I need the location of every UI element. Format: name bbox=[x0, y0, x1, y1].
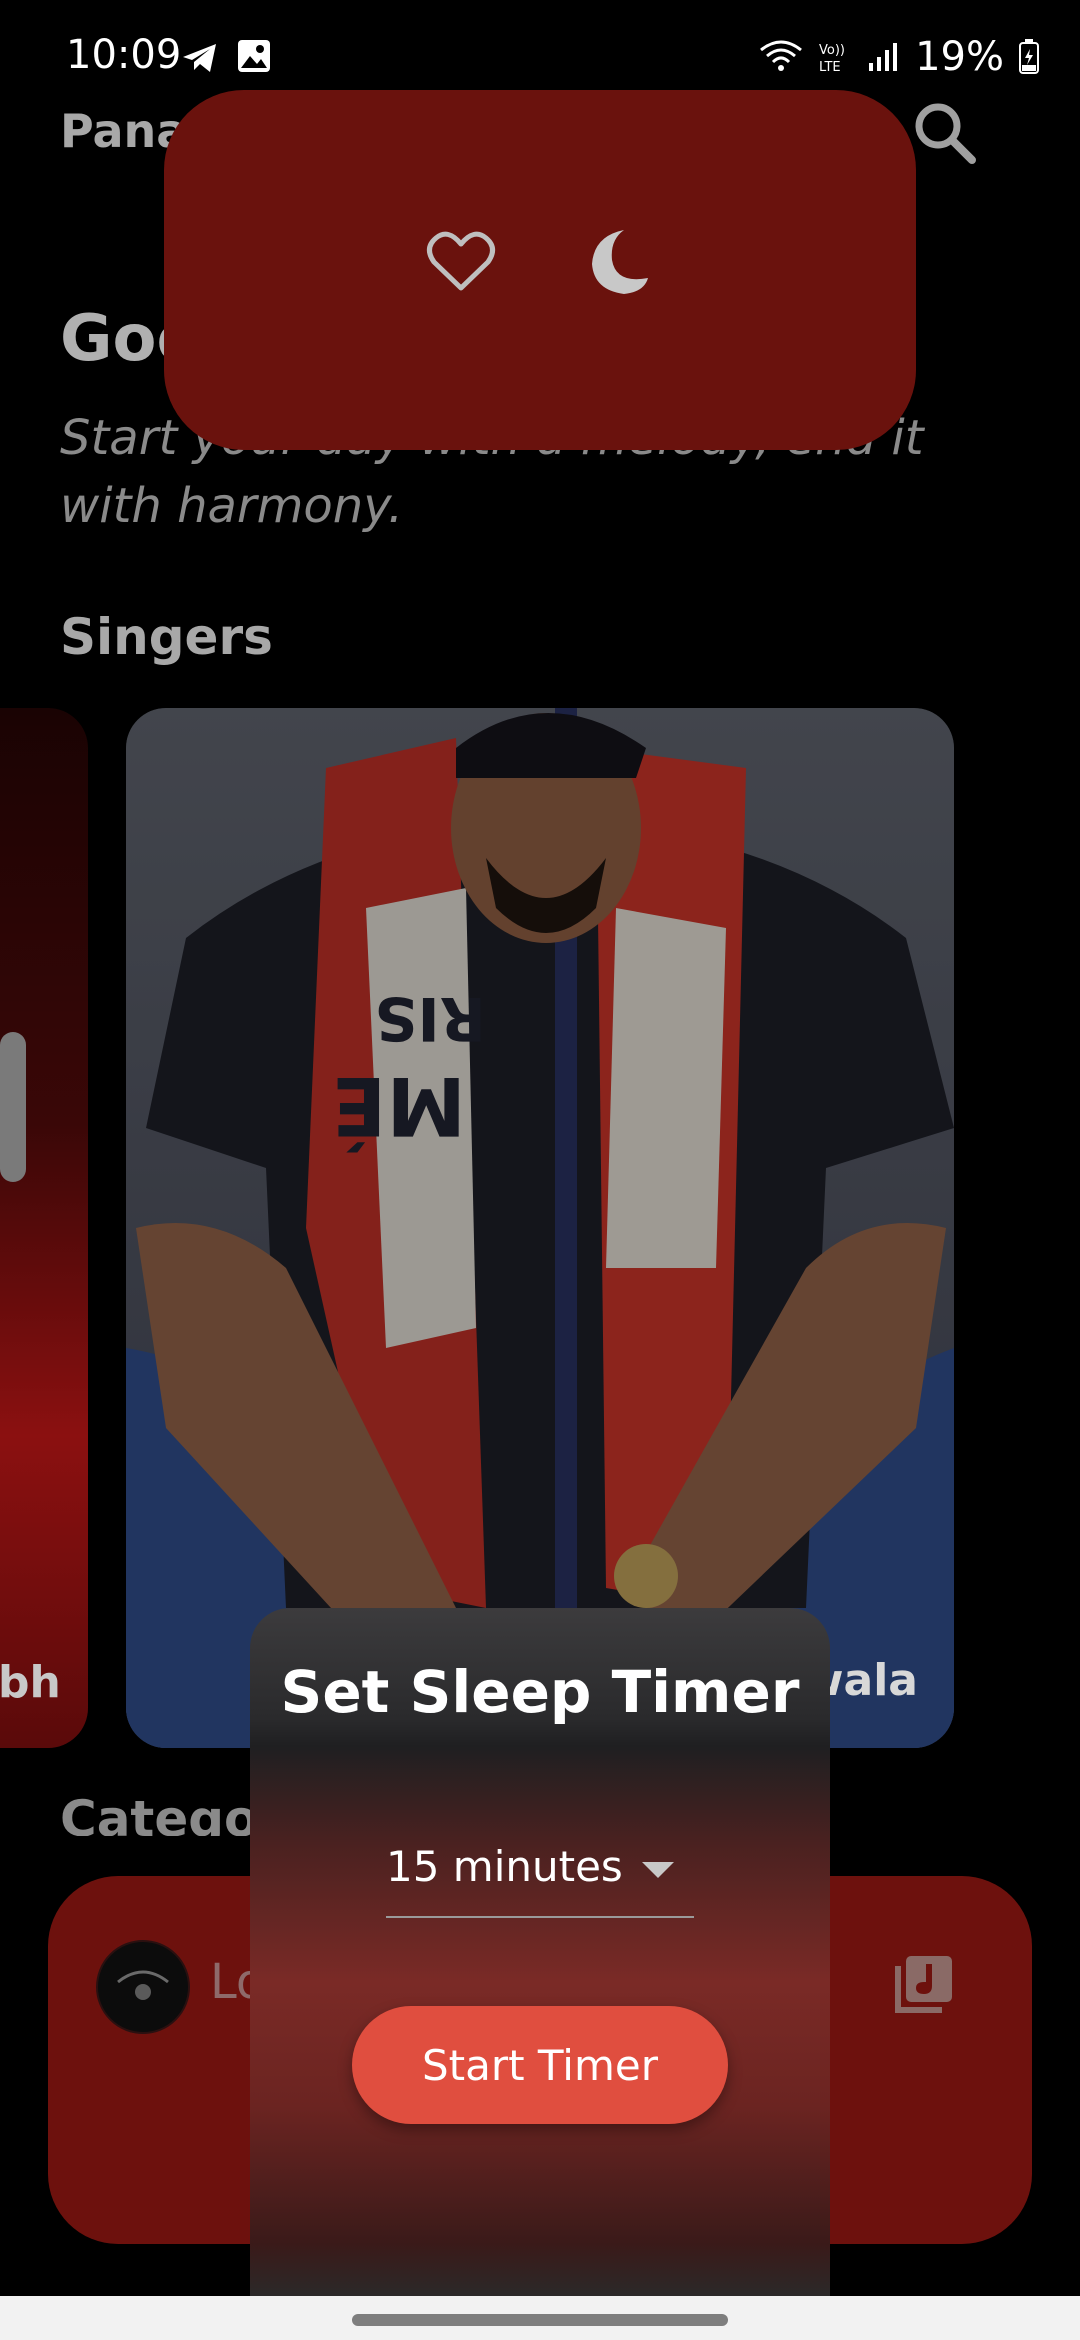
start-timer-button[interactable]: Start Timer bbox=[352, 2006, 728, 2124]
volte-icon: Vo)) LTE bbox=[819, 43, 845, 75]
scroll-handle[interactable] bbox=[0, 1032, 26, 1182]
music-queue-icon[interactable] bbox=[892, 1952, 956, 2016]
chevron-down-icon bbox=[642, 1862, 674, 1878]
singer-photo: RIS MÉ bbox=[126, 708, 954, 1748]
section-heading-singers: Singers bbox=[60, 608, 273, 666]
wifi-icon bbox=[760, 40, 803, 71]
album-art-icon bbox=[117, 1970, 169, 2000]
singer-name-left: bh bbox=[0, 1657, 61, 1708]
singer-card-left[interactable]: bh bbox=[0, 708, 88, 1748]
status-right-icons: Vo)) LTE 19% bbox=[759, 34, 1040, 80]
sleep-timer-dialog: Set Sleep Timer 15 minutes Start Timer bbox=[250, 1608, 830, 2300]
battery-icon bbox=[1019, 39, 1039, 74]
search-icon[interactable] bbox=[910, 98, 980, 168]
battery-percent: 19% bbox=[915, 34, 1004, 80]
moon-icon[interactable] bbox=[584, 226, 650, 296]
svg-text:LTE: LTE bbox=[819, 60, 841, 75]
home-indicator[interactable] bbox=[352, 2314, 728, 2326]
duration-value: 15 minutes bbox=[386, 1842, 623, 1891]
signal-icon bbox=[869, 43, 898, 71]
status-left-icons bbox=[180, 38, 272, 78]
heart-icon[interactable] bbox=[426, 230, 496, 294]
svg-text:Vo)): Vo)) bbox=[819, 43, 845, 58]
dialog-title: Set Sleep Timer bbox=[280, 1658, 800, 1726]
duration-dropdown[interactable]: 15 minutes bbox=[386, 1832, 694, 1918]
album-avatar bbox=[96, 1940, 190, 2034]
tagline-line-2: with harmony. bbox=[60, 478, 404, 534]
status-time: 10:09 bbox=[66, 32, 182, 78]
telegram-icon bbox=[183, 44, 216, 72]
gallery-icon bbox=[238, 40, 270, 72]
singer-card-main[interactable]: RIS MÉ wala bbox=[126, 708, 954, 1748]
action-popup bbox=[164, 90, 916, 450]
